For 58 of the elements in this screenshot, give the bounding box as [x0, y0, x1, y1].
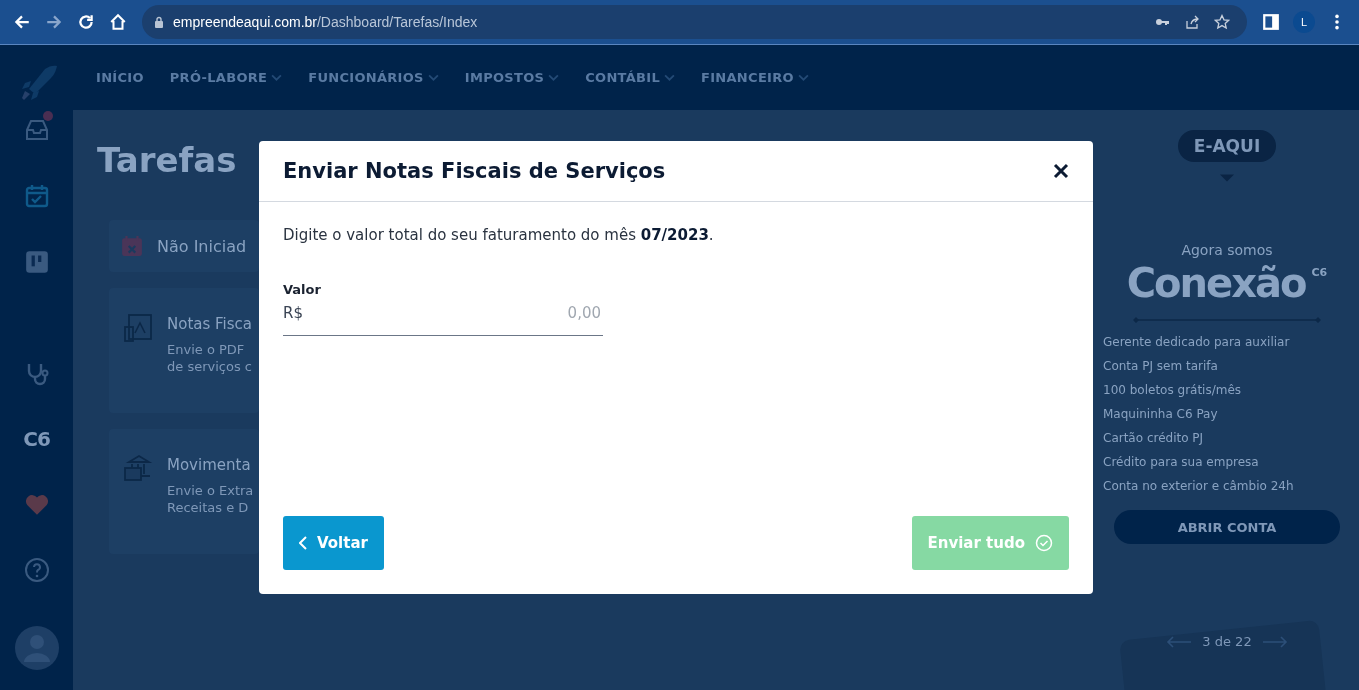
- back-button[interactable]: Voltar: [283, 516, 384, 570]
- promo-brand: Conexão: [1126, 260, 1306, 306]
- board-icon[interactable]: [23, 249, 50, 275]
- star-icon[interactable]: [1214, 14, 1230, 30]
- forward-arrow-icon[interactable]: [45, 13, 63, 31]
- brand-mark: C6: [1311, 266, 1328, 279]
- nav-menu-item[interactable]: PRÓ-LABORE: [169, 70, 283, 85]
- profile-button[interactable]: L: [1293, 11, 1315, 33]
- open-account-button[interactable]: ABRIR CONTA: [1114, 510, 1340, 544]
- inbox-icon[interactable]: [23, 117, 50, 143]
- status-label: Não Iniciad: [157, 236, 247, 256]
- task-card[interactable]: Movimenta Envie o Extra Receitas e D: [109, 429, 259, 554]
- task-description: Receitas e D: [167, 499, 250, 516]
- lock-icon: [154, 16, 164, 28]
- benefit-item: Conta PJ sem tarifa: [1103, 358, 1219, 375]
- amount-field[interactable]: R$ 0,00: [283, 297, 603, 336]
- reload-icon[interactable]: [77, 13, 95, 31]
- task-description: Envie o PDF: [167, 341, 246, 358]
- task-description: de serviços c: [167, 358, 252, 375]
- promo-intro: Agora somos: [1181, 242, 1273, 258]
- chevron-left-icon: [299, 536, 307, 550]
- task-card[interactable]: Notas Fisca Envie o PDF de serviços c: [109, 288, 259, 413]
- modal-message: Digite o valor total do seu faturamento do mês 07/2023.: [283, 226, 714, 244]
- address-bar[interactable]: empreendeaqui.com.br/Dashboard/Tarefas/Index: [142, 5, 1247, 39]
- benefit-item: Maquininha C6 Pay: [1103, 406, 1219, 423]
- bank-logo[interactable]: C6: [23, 427, 50, 451]
- nav-menu-item[interactable]: FUNCIONÁRIOS: [308, 70, 439, 85]
- side-panel-icon[interactable]: [1262, 13, 1280, 31]
- task-title: Movimenta: [167, 456, 252, 474]
- calendar-x-icon: [121, 235, 143, 257]
- slide-counter: 3 de 22: [1202, 634, 1252, 649]
- nav-menu-item[interactable]: IMPOSTOS: [464, 70, 560, 85]
- page-title: Tarefas: [97, 140, 237, 180]
- home-icon[interactable]: [109, 13, 127, 31]
- share-icon[interactable]: [1184, 14, 1200, 30]
- benefit-item: Gerente dedicado para auxiliar: [1103, 334, 1291, 351]
- task-title: Notas Fisca: [167, 315, 252, 333]
- promo-badge: E-AQUI: [1177, 130, 1277, 162]
- modal-title: Enviar Notas Fiscais de Serviços: [283, 159, 666, 183]
- bank-card-icon: [123, 454, 153, 484]
- nav-menu-item[interactable]: FINANCEIRO: [701, 70, 809, 85]
- pdf-document-icon: [123, 313, 153, 343]
- benefit-item: 100 boletos grátis/mês: [1103, 382, 1243, 399]
- calendar-check-icon[interactable]: [23, 183, 50, 209]
- help-icon[interactable]: [23, 557, 50, 583]
- nav-menu-item[interactable]: CONTÁBIL: [585, 70, 675, 85]
- benefit-item: Conta no exterior e câmbio 24h: [1103, 478, 1294, 495]
- field-label: Valor: [283, 282, 321, 297]
- url-text: empreendeaqui.com.br/Dashboard/Tarefas/Index: [173, 14, 478, 30]
- benefit-item: Cartão crédito PJ: [1103, 430, 1205, 447]
- close-icon[interactable]: [1053, 163, 1069, 179]
- benefit-item: Crédito para sua empresa: [1103, 454, 1260, 471]
- user-avatar-icon[interactable]: [14, 626, 59, 670]
- down-triangle-icon: [1220, 174, 1234, 182]
- task-description: Envie o Extra: [167, 482, 254, 499]
- back-arrow-icon[interactable]: [13, 13, 31, 31]
- check-circle-icon: [1035, 534, 1053, 552]
- nav-menu-item[interactable]: INÍCIO: [96, 70, 144, 85]
